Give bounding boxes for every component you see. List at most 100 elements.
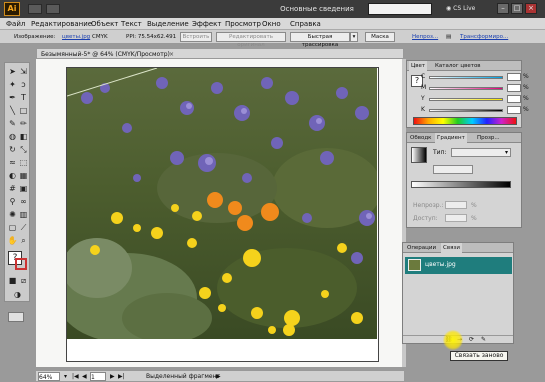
none-mode-icon[interactable]: ⧄	[18, 275, 29, 286]
line-tool-icon[interactable]: ╲	[7, 105, 18, 116]
color-spectrum-bar[interactable]	[413, 117, 517, 125]
align-icon[interactable]: ▤	[446, 32, 451, 42]
document-tab[interactable]: Безымянный-5* @ 64% (CMYK/Просмотр) ×	[36, 48, 404, 59]
workspace-switcher[interactable]: Основные сведения ▾	[278, 2, 356, 27]
tab-links[interactable]: Связи	[441, 243, 462, 253]
flower-photo	[67, 68, 377, 339]
tab-swatch-libraries[interactable]: Каталог цветов	[433, 61, 483, 71]
cursor-highlight	[443, 330, 463, 350]
blend-tool-icon[interactable]: ∞	[18, 196, 29, 207]
black-slider[interactable]: K %	[421, 106, 529, 114]
close-document-icon[interactable]: ×	[169, 50, 174, 59]
mask-button[interactable]: Маска	[365, 32, 395, 42]
zoom-tool-icon[interactable]: ⌕	[18, 235, 29, 246]
gradient-tool-icon[interactable]: ▣	[18, 183, 29, 194]
tab-actions[interactable]: Операции	[405, 243, 438, 253]
perspective-grid-tool-icon[interactable]: ▦	[18, 170, 29, 181]
arrange-documents-button[interactable]	[46, 4, 60, 14]
edit-original-button[interactable]: Редактировать оригинал	[216, 32, 286, 48]
menu-effect[interactable]: Эффект	[192, 19, 221, 29]
tab-gradient[interactable]: Градиент	[435, 133, 467, 143]
symbol-sprayer-tool-icon[interactable]: ✺	[7, 209, 18, 220]
color-panel: Цвет Каталог цветов ? C % M % Y % K %	[406, 60, 529, 128]
magenta-slider[interactable]: M %	[421, 84, 529, 92]
mesh-tool-icon[interactable]: #	[7, 183, 18, 194]
live-trace-options-icon[interactable]: ▾	[350, 32, 358, 42]
selection-tool-icon[interactable]: ➤	[7, 66, 18, 77]
yellow-slider[interactable]: Y %	[421, 95, 529, 103]
cs-live-button[interactable]: ◉ CS Live	[446, 3, 475, 15]
menu-type[interactable]: Текст	[121, 19, 142, 29]
stroke-swatch-icon[interactable]	[15, 258, 27, 270]
menu-help[interactable]: Справка	[290, 19, 321, 29]
menu-edit[interactable]: Редактирование	[31, 19, 92, 29]
embed-button[interactable]: Встроить	[180, 32, 212, 42]
list-item[interactable]: цветы.jpg	[405, 257, 512, 274]
pen-tool-icon[interactable]: ✒	[7, 92, 18, 103]
gradient-type-select[interactable]: ▾	[451, 148, 511, 157]
maximize-button[interactable]: □	[511, 3, 523, 14]
graph-tool-icon[interactable]: ▥	[18, 209, 29, 220]
eyedropper-tool-icon[interactable]: ⚲	[7, 196, 18, 207]
pencil-tool-icon[interactable]: ✏	[18, 118, 29, 129]
direct-selection-tool-icon[interactable]: ⇲	[18, 66, 29, 77]
gradient-angle-field[interactable]	[433, 165, 473, 174]
paintbrush-tool-icon[interactable]: ✎	[7, 118, 18, 129]
menu-view[interactable]: Просмотр	[225, 19, 261, 29]
close-window-button[interactable]: ×	[525, 3, 537, 14]
blob-brush-tool-icon[interactable]: ◍	[7, 131, 18, 142]
color-mode-icon[interactable]: ■	[7, 275, 18, 286]
update-link-icon[interactable]: ⟳	[469, 336, 474, 343]
first-page-icon[interactable]: |◀	[72, 372, 79, 381]
menu-file[interactable]: Файл	[6, 19, 25, 29]
minimize-button[interactable]: –	[497, 3, 509, 14]
gradient-location-field[interactable]	[445, 214, 467, 222]
tools-panel: ➤ ⇲ ✦ ↄ ✒ T ╲ □ ✎ ✏ ◍ ◧ ↻ ⤡ ≈ ⬚ ◐ ▦ # ▣ …	[4, 62, 30, 302]
tab-stroke[interactable]: Обводк	[408, 133, 433, 143]
menu-object[interactable]: Объект	[91, 19, 118, 29]
tab-transparency[interactable]: Прозр...	[475, 133, 502, 143]
linked-file-link[interactable]: цветы.jpg	[62, 32, 90, 42]
rectangle-tool-icon[interactable]: □	[18, 105, 29, 116]
canvas[interactable]	[36, 59, 402, 367]
status-menu-icon[interactable]: ▶	[216, 372, 221, 381]
live-trace-button[interactable]: Быстрая трассировка	[290, 32, 350, 48]
page-field[interactable]: 1	[90, 372, 106, 381]
artboard-tool-icon[interactable]: ▢	[7, 222, 18, 233]
shape-builder-tool-icon[interactable]: ◐	[7, 170, 18, 181]
placed-image[interactable]	[67, 68, 377, 339]
help-search-input[interactable]	[368, 3, 432, 15]
status-selection-label[interactable]: Выделенный фрагмент	[146, 372, 220, 381]
hand-tool-icon[interactable]: ✋	[7, 235, 18, 246]
magic-wand-tool-icon[interactable]: ✦	[7, 79, 18, 90]
slice-tool-icon[interactable]: ⟋	[18, 222, 29, 233]
gradient-preview-swatch[interactable]	[411, 147, 427, 163]
opacity-link[interactable]: Непроз...	[412, 32, 438, 42]
drawing-mode-icon[interactable]: ◑	[12, 289, 23, 300]
screen-mode-icon[interactable]	[8, 312, 24, 322]
menu-window[interactable]: Окно	[262, 19, 281, 29]
menu-select[interactable]: Выделение	[147, 19, 189, 29]
warp-tool-icon[interactable]: ≈	[7, 157, 18, 168]
zoom-field[interactable]: 64%	[38, 372, 60, 381]
scale-tool-icon[interactable]: ⤡	[18, 144, 29, 155]
gradient-slider[interactable]	[411, 181, 511, 188]
zoom-dropdown-icon[interactable]: ▾	[64, 372, 67, 381]
prev-page-icon[interactable]: ◀	[82, 372, 87, 381]
edit-original-icon[interactable]: ✎	[481, 336, 486, 343]
bridge-button[interactable]	[28, 4, 42, 14]
last-page-icon[interactable]: ▶|	[118, 372, 125, 381]
rotate-tool-icon[interactable]: ↻	[7, 144, 18, 155]
tab-color[interactable]: Цвет	[409, 61, 428, 71]
gradient-location-label: Доступ:	[413, 215, 438, 222]
gradient-opacity-field[interactable]	[445, 201, 467, 209]
cyan-slider[interactable]: C %	[421, 73, 529, 81]
next-page-icon[interactable]: ▶	[110, 372, 115, 381]
eraser-tool-icon[interactable]: ◧	[18, 131, 29, 142]
lasso-tool-icon[interactable]: ↄ	[18, 79, 29, 90]
ppi-label: PPI: 75.54x62.491	[126, 34, 177, 40]
free-transform-tool-icon[interactable]: ⬚	[18, 157, 29, 168]
type-tool-icon[interactable]: T	[18, 92, 29, 103]
menu-bar: Файл Редактирование Объект Текст Выделен…	[0, 18, 545, 30]
transform-link[interactable]: Трансформиро...	[460, 32, 508, 42]
